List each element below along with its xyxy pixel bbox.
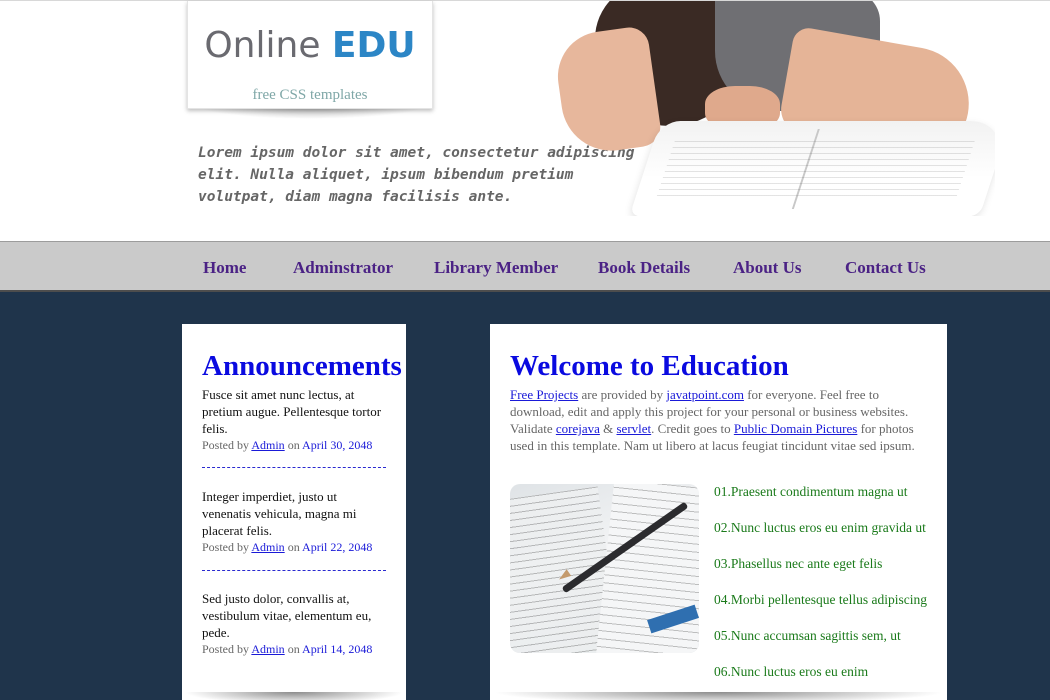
nav-home[interactable]: Home (203, 258, 246, 278)
announcement-divider (202, 467, 386, 468)
nav-contact-us[interactable]: Contact Us (845, 258, 926, 278)
free-projects-link[interactable]: Free Projects (510, 387, 578, 402)
nav-library-member[interactable]: Library Member (434, 258, 558, 278)
feature-list-item: 01.Praesent condimentum magna ut (714, 484, 908, 499)
logo[interactable]: Online EDU free CSS templates (187, 1, 433, 109)
announcement-meta: Posted by Admin on April 22, 2048 (202, 540, 373, 554)
announcement-item: Sed justo dolor, convallis at, vestibulu… (202, 590, 388, 657)
announcement-text: Sed justo dolor, convallis at, vestibulu… (202, 591, 372, 640)
public-domain-pictures-link[interactable]: Public Domain Pictures (734, 421, 858, 436)
announcement-item: Integer imperdiet, justo ut venenatis ve… (202, 488, 388, 555)
nav-book-details[interactable]: Book Details (598, 258, 690, 278)
author-link[interactable]: Admin (251, 438, 284, 452)
announcement-text: Fusce sit amet nunc lectus, at pretium a… (202, 387, 382, 436)
feature-list-item: 05.Nunc accumsan sagittis sem, ut (714, 628, 901, 643)
hero-image-student-reading (555, 1, 995, 216)
author-link[interactable]: Admin (251, 642, 284, 656)
logo-title: Online EDU (188, 25, 432, 66)
panel-shadow (492, 692, 945, 700)
welcome-panel: Welcome to Education Free Projects are p… (490, 324, 947, 700)
site-header: Online EDU free CSS templates Lorem ipsu… (0, 0, 1050, 241)
logo-accent-text: EDU (331, 25, 416, 66)
book-and-pencil-image (510, 484, 699, 653)
announcement-date: April 22, 2048 (302, 540, 373, 554)
announcement-item: Fusce sit amet nunc lectus, at pretium a… (202, 386, 388, 453)
logo-subtitle: free CSS templates (252, 87, 368, 103)
logo-main-text: Online (204, 25, 332, 66)
feature-list-item: 03.Phasellus nec ante eget felis (714, 556, 883, 571)
panel-shadow (184, 692, 404, 700)
nav-adminstrator[interactable]: Adminstrator (293, 258, 393, 278)
feature-list-item: 02.Nunc luctus eros eu enim gravida ut (714, 520, 926, 535)
announcement-meta: Posted by Admin on April 30, 2048 (202, 438, 373, 452)
announcement-date: April 14, 2048 (302, 642, 373, 656)
javatpoint-link[interactable]: javatpoint.com (666, 387, 744, 402)
welcome-intro: Free Projects are provided by javatpoint… (510, 387, 915, 453)
feature-list-item: 06.Nunc luctus eros eu enim (714, 664, 869, 679)
nav-about-us[interactable]: About Us (733, 258, 802, 278)
announcement-text: Integer imperdiet, justo ut venenatis ve… (202, 489, 357, 538)
author-link[interactable]: Admin (251, 540, 284, 554)
welcome-title: Welcome to Education (510, 350, 789, 382)
servlet-link[interactable]: servlet (617, 421, 652, 436)
corejava-link[interactable]: corejava (556, 421, 600, 436)
feature-list-item: 04.Morbi pellentesque tellus adipiscing (714, 592, 927, 607)
announcement-meta: Posted by Admin on April 14, 2048 (202, 642, 373, 656)
announcement-divider (202, 570, 386, 571)
announcements-panel: Announcements Fusce sit amet nunc lectus… (182, 324, 406, 700)
announcement-date: April 30, 2048 (302, 438, 373, 452)
announcements-title: Announcements (202, 350, 402, 382)
main-nav: Home Adminstrator Library Member Book De… (0, 241, 1050, 292)
